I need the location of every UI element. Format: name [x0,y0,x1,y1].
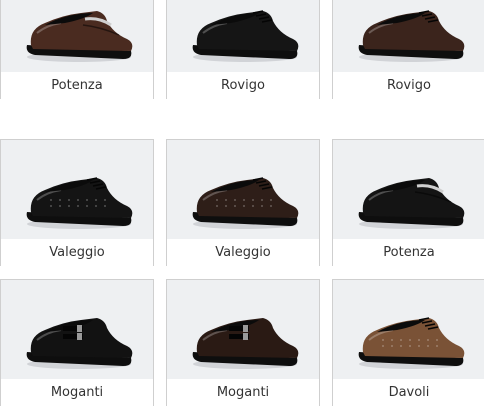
product-card[interactable]: Moganti [166,279,320,406]
product-photo[interactable] [1,140,153,239]
product-card[interactable]: Davoli [332,279,484,406]
product-card[interactable]: Rovigo [332,0,484,99]
shoe-image [358,317,465,369]
product-name[interactable]: Potenza [333,240,484,266]
product-card[interactable]: Rovigo [166,0,320,99]
product-grid: Potenza Rovigo Rovigo Valeggio Valeggio … [0,0,484,409]
product-card[interactable]: Potenza [332,139,484,266]
product-card[interactable]: Potenza [0,0,154,99]
shoe-image [26,318,133,369]
product-photo[interactable] [167,280,319,379]
shoe-image [192,177,299,229]
product-card[interactable]: Moganti [0,279,154,406]
product-card[interactable]: Valeggio [0,139,154,266]
product-name[interactable]: Moganti [167,380,319,406]
product-photo[interactable] [1,280,153,379]
product-name[interactable]: Valeggio [167,240,319,266]
shoe-image [192,10,299,62]
product-photo[interactable] [333,140,484,239]
product-name[interactable]: Moganti [1,380,153,406]
product-photo[interactable] [167,140,319,239]
product-name[interactable]: Valeggio [1,240,153,266]
product-card[interactable]: Valeggio [166,139,320,266]
shoe-image [26,177,133,229]
product-name[interactable]: Davoli [333,380,484,406]
product-photo[interactable] [333,0,484,72]
shoe-image [358,10,465,62]
product-photo[interactable] [167,0,319,72]
shoe-image [26,11,133,62]
shoe-image [358,178,465,229]
product-name[interactable]: Potenza [1,73,153,99]
product-name[interactable]: Rovigo [333,73,484,99]
product-photo[interactable] [333,280,484,379]
shoe-image [192,318,299,369]
product-photo[interactable] [1,0,153,72]
product-name[interactable]: Rovigo [167,73,319,99]
